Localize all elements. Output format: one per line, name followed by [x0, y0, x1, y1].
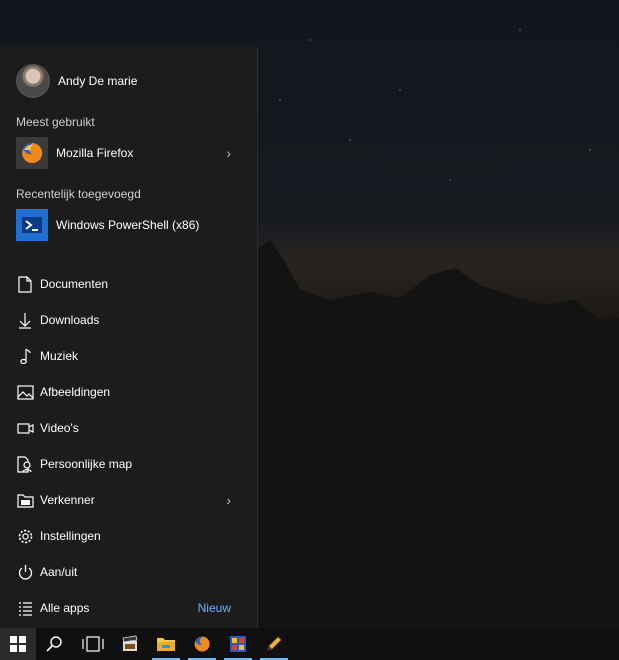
settings-icon [16, 528, 34, 545]
pencil-app-icon[interactable] [256, 628, 292, 660]
personal-folder-icon [16, 455, 34, 473]
place-music[interactable]: Muziek [0, 338, 257, 374]
place-settings[interactable]: Instellingen [0, 518, 257, 554]
section-title-most-used: Meest gebruikt [16, 115, 95, 129]
place-videos[interactable]: Video's [0, 410, 257, 446]
task-view-icon[interactable] [74, 628, 112, 660]
power-icon [16, 564, 34, 581]
place-label: Video's [40, 421, 79, 435]
new-badge: Nieuw [197, 601, 231, 615]
user-account[interactable]: Andy De marie [0, 61, 257, 101]
avatar [16, 64, 50, 98]
place-documents[interactable]: Documenten [0, 266, 257, 302]
chevron-right-icon[interactable]: › [226, 145, 231, 161]
clapperboard-icon[interactable] [112, 628, 148, 660]
chevron-right-icon[interactable]: › [226, 492, 231, 508]
app-item-firefox[interactable]: Mozilla Firefox › [0, 136, 257, 170]
media-player-icon[interactable] [220, 628, 256, 660]
explorer-icon [16, 493, 34, 508]
place-pictures[interactable]: Afbeeldingen [0, 374, 257, 410]
place-label: Persoonlijke map [40, 457, 133, 471]
file-explorer-icon[interactable] [148, 628, 184, 660]
all-apps-label: Alle apps [40, 601, 90, 615]
download-icon [16, 312, 34, 329]
search-icon[interactable] [36, 628, 74, 660]
windows-start-icon[interactable] [0, 628, 36, 660]
music-icon [16, 348, 34, 365]
app-item-powershell[interactable]: Windows PowerShell (x86) [0, 208, 257, 242]
place-label: Instellingen [40, 529, 101, 543]
place-downloads[interactable]: Downloads [0, 302, 257, 338]
section-title-recently-added: Recentelijk toegevoegd [16, 187, 141, 201]
firefox-icon[interactable] [184, 628, 220, 660]
place-label: Aan/uit [40, 565, 78, 579]
video-icon [16, 422, 34, 435]
place-label: Verkenner [40, 493, 95, 507]
place-label: Muziek [40, 349, 79, 363]
start-menu: Andy De marie Meest gebruikt Mozilla Fir… [0, 47, 258, 628]
app-label: Windows PowerShell (x86) [56, 218, 200, 232]
firefox-icon [16, 137, 48, 169]
place-power[interactable]: Aan/uit [0, 554, 257, 590]
taskbar [0, 628, 619, 660]
place-label: Documenten [40, 277, 109, 291]
document-icon [16, 275, 34, 293]
pictures-icon [16, 384, 34, 400]
place-explorer[interactable]: Verkenner › [0, 482, 257, 518]
place-personal-folder[interactable]: Persoonlijke map [0, 446, 257, 482]
user-name: Andy De marie [58, 74, 138, 88]
app-label: Mozilla Firefox [56, 146, 134, 160]
powershell-icon [16, 209, 48, 241]
all-apps-button[interactable]: Alle apps Nieuw [0, 590, 257, 626]
place-label: Afbeeldingen [40, 385, 111, 399]
list-icon [16, 601, 34, 616]
place-label: Downloads [40, 313, 100, 327]
